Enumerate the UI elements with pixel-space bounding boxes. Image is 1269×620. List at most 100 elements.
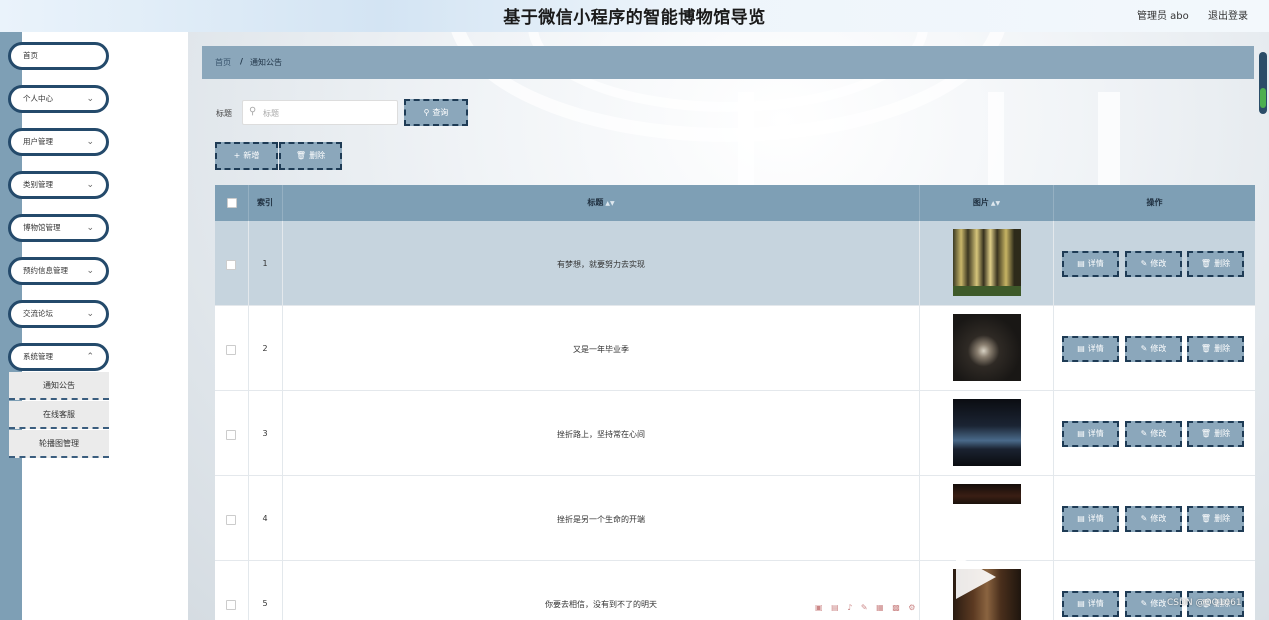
- row-title: 挫折是另一个生命的开端: [557, 515, 645, 524]
- search-icon: ⚲: [423, 108, 430, 117]
- sidebar-item-category-management[interactable]: 类别管理 ⌄: [8, 171, 109, 199]
- sidebar-item-label: 类别管理: [23, 180, 53, 189]
- chevron-down-icon: ⌄: [86, 94, 94, 104]
- edit-button[interactable]: ✎ 修改: [1125, 336, 1182, 362]
- table-row[interactable]: 3 挫折路上，坚持常在心间 ▤ 详情 ✎ 修改 🗑 删除: [215, 391, 1255, 476]
- edit-icon: ✎: [1140, 514, 1148, 523]
- edit-button[interactable]: ✎ 修改: [1125, 506, 1182, 532]
- logout-link[interactable]: 退出登录: [1208, 7, 1248, 22]
- app-title: 基于微信小程序的智能博物馆导览: [503, 8, 766, 28]
- edit-icon: ✎: [1140, 429, 1148, 438]
- document-icon: ▤: [1077, 259, 1085, 268]
- edit-button-label: 修改: [1150, 429, 1167, 438]
- search-button[interactable]: ⚲ 查询: [404, 99, 468, 126]
- table-row[interactable]: 1 有梦想，就要努力去实现 ▤ 详情 ✎ 修改 🗑 删除: [215, 221, 1255, 306]
- search-input[interactable]: [263, 106, 393, 120]
- detail-button-label: 详情: [1087, 259, 1104, 268]
- play-icon[interactable]: [956, 555, 996, 599]
- add-button-label: 新增: [243, 151, 260, 160]
- search-icon: ⚲: [249, 106, 257, 117]
- scrollbar-indicator: [1260, 88, 1266, 108]
- row-checkbox[interactable]: [226, 260, 236, 270]
- row-delete-button-label: 删除: [1214, 514, 1231, 523]
- row-checkbox[interactable]: [226, 430, 236, 440]
- row-delete-button[interactable]: 🗑 删除: [1187, 251, 1244, 277]
- sidebar-subitem-online-service[interactable]: 在线客服: [9, 401, 109, 429]
- row-checkbox[interactable]: [226, 600, 236, 610]
- sidebar-item-label: 个人中心: [23, 94, 53, 103]
- column-divider: [248, 185, 249, 221]
- edit-button-label: 修改: [1150, 259, 1167, 268]
- edit-icon: ✎: [1140, 259, 1148, 268]
- detail-button[interactable]: ▤ 详情: [1062, 421, 1119, 447]
- row-checkbox[interactable]: [226, 515, 236, 525]
- sidebar-subitem-notices[interactable]: 通知公告: [9, 372, 109, 400]
- search-field[interactable]: ⚲: [242, 100, 398, 125]
- row-index: 3: [262, 429, 268, 438]
- row-delete-button-label: 删除: [1214, 344, 1231, 353]
- sidebar-item-user-management[interactable]: 用户管理 ⌄: [8, 128, 109, 156]
- detail-button[interactable]: ▤ 详情: [1062, 506, 1119, 532]
- row-delete-button[interactable]: 🗑 删除: [1187, 506, 1244, 532]
- detail-button-label: 详情: [1087, 514, 1104, 523]
- column-header-title[interactable]: 标题 ▲▼: [283, 185, 919, 221]
- detail-button[interactable]: ▤ 详情: [1062, 591, 1119, 617]
- trash-icon: 🗑: [295, 151, 307, 160]
- chevron-down-icon: ⌄: [86, 223, 94, 233]
- edit-button-label: 修改: [1150, 344, 1167, 353]
- row-checkbox[interactable]: [226, 345, 236, 355]
- sidebar-subitem-carousel[interactable]: 轮播图管理: [9, 430, 109, 458]
- column-header-image[interactable]: 图片 ▲▼: [920, 185, 1053, 221]
- table-row[interactable]: 2 又是一年毕业季 ▤ 详情 ✎ 修改 🗑 删除: [215, 306, 1255, 391]
- table-row[interactable]: 5 你要去相信，没有到不了的明天 ▤ 详情 ✎ 修改 🗑 删除: [215, 561, 1255, 620]
- detail-button-label: 详情: [1087, 344, 1104, 353]
- sidebar-item-label: 预约信息管理: [23, 266, 68, 275]
- sidebar: 首页 个人中心 ⌄ 用户管理 ⌄ 类别管理 ⌄ 博物馆管理 ⌄ 预约信息管理 ⌄…: [0, 32, 188, 620]
- sidebar-item-home[interactable]: 首页: [8, 42, 109, 70]
- document-icon: ▤: [1077, 514, 1085, 523]
- column-divider: [282, 221, 283, 620]
- row-image: [953, 399, 1021, 466]
- scrollbar[interactable]: [1259, 52, 1267, 114]
- chevron-down-icon: ⌄: [86, 266, 94, 276]
- sidebar-item-system-management[interactable]: 系统管理 ⌃: [8, 343, 109, 371]
- add-button[interactable]: + 新增: [215, 142, 278, 170]
- sidebar-item-museum-management[interactable]: 博物馆管理 ⌄: [8, 214, 109, 242]
- sort-icon: ▲▼: [990, 200, 1001, 207]
- detail-button-label: 详情: [1087, 429, 1104, 438]
- row-delete-button-label: 删除: [1214, 259, 1231, 268]
- row-index: 4: [262, 514, 268, 523]
- detail-button[interactable]: ▤ 详情: [1062, 251, 1119, 277]
- sidebar-item-forum[interactable]: 交流论坛 ⌄: [8, 300, 109, 328]
- delete-button-label: 删除: [309, 151, 326, 160]
- edit-button[interactable]: ✎ 修改: [1125, 251, 1182, 277]
- trash-icon: 🗑: [1200, 259, 1212, 268]
- select-all-checkbox[interactable]: [227, 198, 237, 208]
- top-header: 基于微信小程序的智能博物馆导览 管理员 abo 退出登录: [0, 0, 1269, 32]
- delete-button[interactable]: 🗑 删除: [279, 142, 342, 170]
- trash-icon: 🗑: [1200, 344, 1212, 353]
- row-title: 又是一年毕业季: [573, 345, 629, 354]
- document-icon: ▤: [1077, 344, 1085, 353]
- chevron-up-icon: ⌃: [86, 352, 94, 362]
- sidebar-item-label: 系统管理: [23, 352, 53, 361]
- column-header-actions: 操作: [1146, 198, 1163, 207]
- edit-button-label: 修改: [1150, 514, 1167, 523]
- sidebar-item-reservation-management[interactable]: 预约信息管理 ⌄: [8, 257, 109, 285]
- edit-button[interactable]: ✎ 修改: [1125, 421, 1182, 447]
- row-delete-button[interactable]: 🗑 删除: [1187, 421, 1244, 447]
- breadcrumb-separator: /: [240, 57, 243, 66]
- sidebar-item-personal-center[interactable]: 个人中心 ⌄: [8, 85, 109, 113]
- detail-button[interactable]: ▤ 详情: [1062, 336, 1119, 362]
- column-header-image-label: 图片: [972, 198, 989, 207]
- breadcrumb-home[interactable]: 首页: [215, 57, 231, 68]
- row-index: 2: [262, 344, 268, 353]
- trash-icon: 🗑: [1200, 514, 1212, 523]
- data-table: 索引 标题 ▲▼ 图片 ▲▼ 操作 1 有梦想，就要努力去实现 ▤ 详情 ✎ 修改 🗑 删…: [215, 185, 1255, 620]
- row-index: 1: [262, 259, 268, 268]
- row-delete-button[interactable]: 🗑 删除: [1187, 336, 1244, 362]
- current-user: 管理员 abo: [1137, 11, 1189, 22]
- sidebar-item-label: 交流论坛: [23, 309, 53, 318]
- table-row[interactable]: 4 挫折是另一个生命的开端 ▤ 详情 ✎ 修改 🗑 删除: [215, 476, 1255, 561]
- edit-button-label: 修改: [1150, 599, 1167, 608]
